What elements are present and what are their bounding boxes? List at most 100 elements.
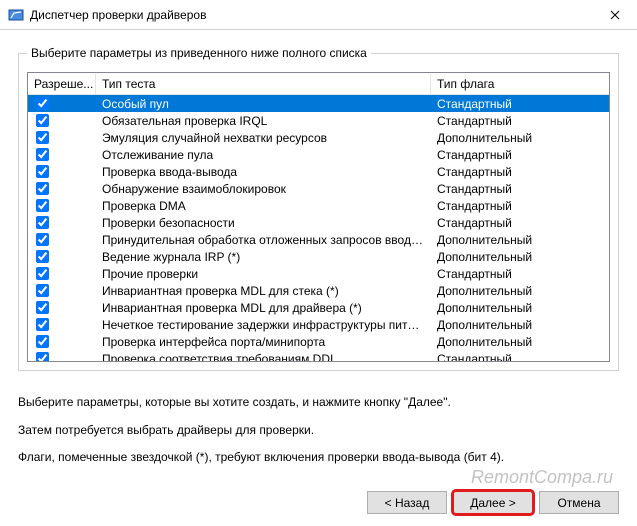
row-checkbox-cell — [28, 352, 96, 362]
options-groupbox: Выберите параметры из приведенного ниже … — [18, 46, 619, 371]
row-checkbox[interactable] — [36, 301, 49, 314]
row-checkbox[interactable] — [36, 267, 49, 280]
row-flag-label: Стандартный — [431, 267, 609, 281]
app-icon — [8, 7, 24, 23]
table-row[interactable]: Проверка интерфейса порта/минипортаДопол… — [28, 333, 609, 350]
row-checkbox[interactable] — [36, 250, 49, 263]
row-test-label: Проверка интерфейса порта/минипорта — [96, 335, 431, 349]
row-test-label: Проверки безопасности — [96, 216, 431, 230]
table-row[interactable]: Проверка соответствия требованиям DDIСта… — [28, 350, 609, 362]
row-checkbox-cell — [28, 131, 96, 144]
hint-line-1: Выберите параметры, которые вы хотите со… — [18, 395, 619, 411]
groupbox-legend: Выберите параметры из приведенного ниже … — [27, 46, 371, 60]
back-button[interactable]: < Назад — [367, 491, 447, 514]
table-row[interactable]: Инвариантная проверка MDL для стека (*)Д… — [28, 282, 609, 299]
row-flag-label: Дополнительный — [431, 318, 609, 332]
table-row[interactable]: Обнаружение взаимоблокировокСтандартный — [28, 180, 609, 197]
row-test-label: Ведение журнала IRP (*) — [96, 250, 431, 264]
column-header-allow[interactable]: Разреше... — [28, 74, 96, 94]
row-checkbox-cell — [28, 199, 96, 212]
row-checkbox-cell — [28, 148, 96, 161]
cancel-button[interactable]: Отмена — [539, 491, 619, 514]
row-checkbox[interactable] — [36, 199, 49, 212]
row-checkbox[interactable] — [36, 182, 49, 195]
row-test-label: Особый пул — [96, 97, 431, 111]
row-checkbox[interactable] — [36, 352, 49, 362]
row-checkbox[interactable] — [36, 284, 49, 297]
row-flag-label: Стандартный — [431, 165, 609, 179]
table-row[interactable]: Проверка DMAСтандартный — [28, 197, 609, 214]
row-checkbox-cell — [28, 284, 96, 297]
row-checkbox[interactable] — [36, 148, 49, 161]
row-flag-label: Стандартный — [431, 182, 609, 196]
hint-line-2: Затем потребуется выбрать драйверы для п… — [18, 423, 619, 439]
row-flag-label: Дополнительный — [431, 131, 609, 145]
hint-text: Выберите параметры, которые вы хотите со… — [0, 381, 637, 466]
row-test-label: Эмуляция случайной нехватки ресурсов — [96, 131, 431, 145]
row-test-label: Нечеткое тестирование задержки инфрастру… — [96, 318, 431, 332]
options-table[interactable]: Разреше... Тип теста Тип флага Особый пу… — [27, 72, 610, 362]
table-row[interactable]: Инвариантная проверка MDL для драйвера (… — [28, 299, 609, 316]
row-test-label: Инвариантная проверка MDL для драйвера (… — [96, 301, 431, 315]
row-checkbox-cell — [28, 182, 96, 195]
row-checkbox-cell — [28, 97, 96, 110]
row-test-label: Прочие проверки — [96, 267, 431, 281]
table-row[interactable]: Эмуляция случайной нехватки ресурсовДопо… — [28, 129, 609, 146]
row-checkbox[interactable] — [36, 114, 49, 127]
table-row[interactable]: Нечеткое тестирование задержки инфрастру… — [28, 316, 609, 333]
table-row[interactable]: Принудительная обработка отложенных запр… — [28, 231, 609, 248]
row-checkbox-cell — [28, 165, 96, 178]
row-test-label: Инвариантная проверка MDL для стека (*) — [96, 284, 431, 298]
row-flag-label: Стандартный — [431, 114, 609, 128]
row-flag-label: Стандартный — [431, 148, 609, 162]
close-button[interactable] — [592, 0, 637, 30]
column-header-flag[interactable]: Тип флага — [431, 74, 609, 94]
row-flag-label: Дополнительный — [431, 284, 609, 298]
table-row[interactable]: Обязательная проверка IRQLСтандартный — [28, 112, 609, 129]
wizard-buttons: < Назад Далее > Отмена — [367, 491, 619, 514]
row-checkbox-cell — [28, 267, 96, 280]
row-flag-label: Дополнительный — [431, 250, 609, 264]
table-body: Особый пулСтандартныйОбязательная провер… — [28, 95, 609, 362]
row-checkbox[interactable] — [36, 165, 49, 178]
row-flag-label: Дополнительный — [431, 301, 609, 315]
row-flag-label: Дополнительный — [431, 233, 609, 247]
titlebar: Диспетчер проверки драйверов — [0, 0, 637, 30]
row-checkbox[interactable] — [36, 335, 49, 348]
row-checkbox[interactable] — [36, 131, 49, 144]
row-flag-label: Стандартный — [431, 97, 609, 111]
table-row[interactable]: Отслеживание пулаСтандартный — [28, 146, 609, 163]
row-checkbox-cell — [28, 233, 96, 246]
table-row[interactable]: Особый пулСтандартный — [28, 95, 609, 112]
row-test-label: Обнаружение взаимоблокировок — [96, 182, 431, 196]
table-row[interactable]: Проверка ввода-выводаСтандартный — [28, 163, 609, 180]
row-flag-label: Дополнительный — [431, 335, 609, 349]
row-test-label: Отслеживание пула — [96, 148, 431, 162]
row-test-label: Проверка ввода-вывода — [96, 165, 431, 179]
content-area: Выберите параметры из приведенного ниже … — [0, 30, 637, 381]
row-checkbox-cell — [28, 250, 96, 263]
table-row[interactable]: Проверки безопасностиСтандартный — [28, 214, 609, 231]
row-flag-label: Стандартный — [431, 216, 609, 230]
window-title: Диспетчер проверки драйверов — [30, 8, 592, 22]
row-checkbox-cell — [28, 216, 96, 229]
column-header-test[interactable]: Тип теста — [96, 74, 431, 94]
row-checkbox[interactable] — [36, 233, 49, 246]
row-checkbox-cell — [28, 301, 96, 314]
row-test-label: Проверка соответствия требованиям DDI — [96, 352, 431, 363]
hint-line-3: Флаги, помеченные звездочкой (*), требую… — [18, 450, 619, 466]
next-button[interactable]: Далее > — [453, 491, 533, 514]
row-checkbox[interactable] — [36, 97, 49, 110]
row-flag-label: Стандартный — [431, 199, 609, 213]
table-header: Разреше... Тип теста Тип флага — [28, 73, 609, 95]
row-checkbox-cell — [28, 318, 96, 331]
row-test-label: Проверка DMA — [96, 199, 431, 213]
row-checkbox[interactable] — [36, 318, 49, 331]
row-checkbox[interactable] — [36, 216, 49, 229]
watermark: RemontCompa.ru — [471, 467, 613, 488]
row-test-label: Обязательная проверка IRQL — [96, 114, 431, 128]
table-row[interactable]: Прочие проверкиСтандартный — [28, 265, 609, 282]
table-row[interactable]: Ведение журнала IRP (*)Дополнительный — [28, 248, 609, 265]
row-flag-label: Стандартный — [431, 352, 609, 363]
row-test-label: Принудительная обработка отложенных запр… — [96, 233, 431, 247]
